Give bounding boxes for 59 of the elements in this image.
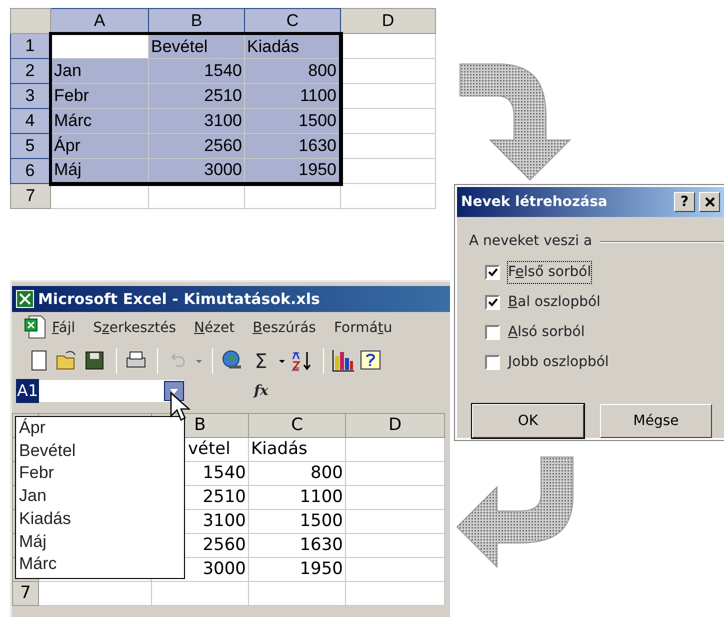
table-cell: 1500 xyxy=(244,108,340,134)
window-title: Microsoft Excel - Kimutatások.xls xyxy=(38,288,320,310)
table-cell: Márc xyxy=(50,108,148,134)
checkbox-label[interactable]: Felső sorból xyxy=(508,262,592,283)
column-header[interactable]: D xyxy=(340,8,436,34)
row-header[interactable]: 7 xyxy=(10,184,50,208)
checkbox[interactable] xyxy=(485,295,500,310)
checkbox[interactable] xyxy=(485,325,500,340)
table-cell: Ápr xyxy=(50,134,148,158)
checkbox-label[interactable]: Jobb oszlopból xyxy=(508,352,609,373)
table-cell: 2560 xyxy=(148,134,244,158)
function-label[interactable]: fx xyxy=(254,380,268,402)
menu-item[interactable]: Nézet xyxy=(194,318,235,338)
row-header[interactable]: 1 xyxy=(10,34,50,58)
column-header[interactable]: A xyxy=(50,8,148,34)
row-header[interactable]: 7 xyxy=(12,582,38,606)
table-cell: 1540 xyxy=(148,58,244,84)
name-box[interactable]: A1 xyxy=(16,380,184,402)
table-cell: Jan xyxy=(50,58,148,84)
menu-item[interactable]: Formátu xyxy=(334,318,392,338)
menu-item[interactable]: Beszúrás xyxy=(252,318,316,338)
checkbox[interactable] xyxy=(485,265,500,280)
checkbox-label[interactable]: Bal oszlopból xyxy=(508,292,600,313)
table-cell: 1630 xyxy=(244,134,340,158)
row-header[interactable]: 2 xyxy=(10,58,50,84)
column-header[interactable]: C xyxy=(244,8,340,34)
table-cell: Febr xyxy=(50,84,148,108)
checkbox[interactable] xyxy=(485,355,500,370)
menu-item[interactable]: Szerkesztés xyxy=(93,318,176,338)
column-header[interactable]: D xyxy=(346,414,444,438)
table-cell: 2510 xyxy=(148,84,244,108)
table-cell: 1950 xyxy=(244,158,340,184)
help-button[interactable]: ? xyxy=(674,192,695,212)
row-header[interactable]: 3 xyxy=(10,84,50,108)
cancel-button[interactable]: Mégse xyxy=(600,404,712,438)
group-label: A neveket veszi a xyxy=(469,232,592,251)
table-cell: Kiadás xyxy=(244,34,340,58)
table-cell: 800 xyxy=(244,58,340,84)
row-header[interactable]: 5 xyxy=(10,134,50,158)
close-icon xyxy=(704,197,714,207)
row-header[interactable]: 6 xyxy=(10,158,50,184)
menu-item[interactable]: Fájl xyxy=(52,318,76,338)
document-icon[interactable] xyxy=(24,315,46,339)
close-button[interactable] xyxy=(699,192,720,212)
table-cell: Máj xyxy=(50,158,148,184)
corner-cell[interactable] xyxy=(10,8,50,34)
table-cell: 1100 xyxy=(244,84,340,108)
row-header[interactable]: 4 xyxy=(10,108,50,134)
spreadsheet-icon xyxy=(16,290,34,308)
column-header[interactable]: C xyxy=(248,414,346,438)
dialog-title: Nevek létrehozása xyxy=(461,192,608,212)
name-box-value: A1 xyxy=(16,379,40,403)
column-header[interactable]: B xyxy=(148,8,244,34)
table-cell: 3100 xyxy=(148,108,244,134)
checkbox-label[interactable]: Alsó sorból xyxy=(508,322,585,343)
table-cell: 3000 xyxy=(148,158,244,184)
ok-button[interactable]: OK xyxy=(472,404,584,438)
sum-button[interactable]: Σ xyxy=(247,347,275,375)
table-cell: Bevétel xyxy=(148,34,244,58)
